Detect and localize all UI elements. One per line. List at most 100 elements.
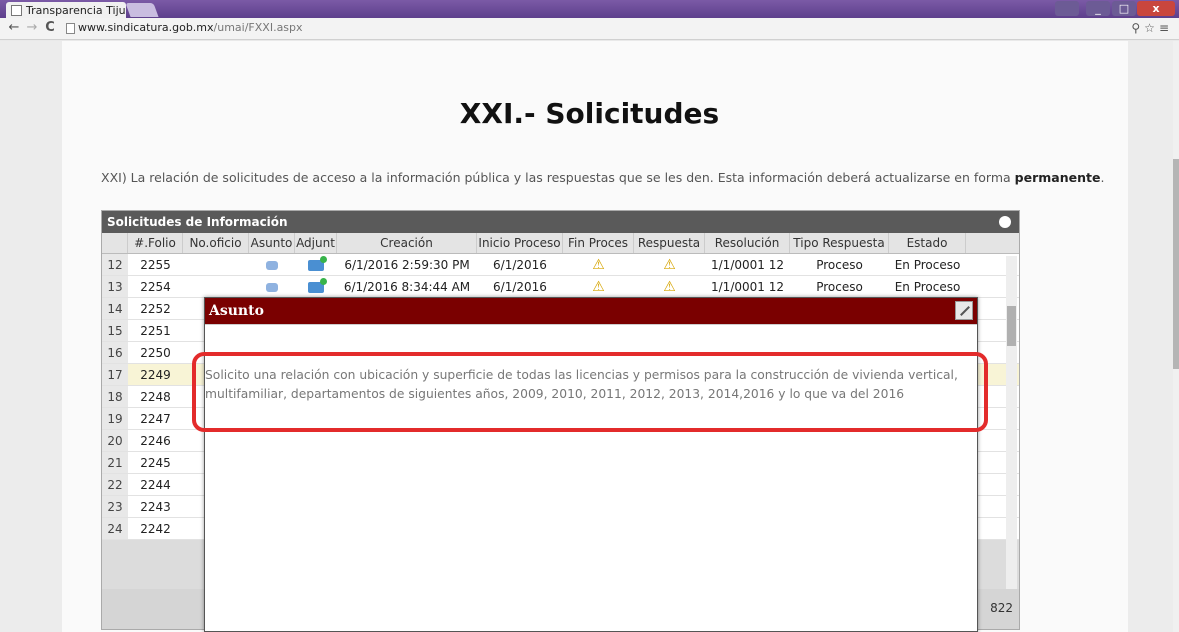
column-header[interactable]: Asunto	[249, 233, 295, 253]
cell-folio: 2243	[140, 500, 171, 514]
page-title: XXI.- Solicitudes	[459, 97, 720, 130]
column-header[interactable]: Inicio Proceso	[477, 233, 563, 253]
intro-end: .	[1100, 170, 1105, 185]
message-icon[interactable]	[266, 261, 278, 270]
forward-button[interactable]: →	[24, 20, 40, 36]
close-window-button[interactable]: x	[1137, 1, 1175, 16]
modal-close-icon[interactable]	[955, 301, 973, 320]
cell-inicio: 6/1/2016	[493, 258, 547, 272]
cell-n: 17	[102, 364, 128, 385]
adjunto-cell	[295, 254, 337, 275]
url-field[interactable]: www.sindicatura.gob.mx/umai/FXXI.aspx	[78, 21, 303, 34]
cell-n: 16	[102, 342, 128, 363]
asunto-cell	[249, 276, 295, 297]
warning-icon: ⚠	[592, 279, 605, 295]
table-row[interactable]: 12 2255 6/1/2016 2:59:30 PM 6/1/2016 ⚠ ⚠ 1/1/0…	[102, 254, 1019, 276]
page-icon	[66, 23, 75, 34]
page-scrollbar[interactable]	[1173, 41, 1179, 632]
cell-folio: 2248	[140, 390, 171, 404]
column-header[interactable]: Creación	[337, 233, 477, 253]
modal-title: Asunto	[209, 303, 264, 319]
cell-tipo: Proceso	[816, 280, 863, 294]
attachment-icon[interactable]	[308, 278, 327, 293]
collapse-icon[interactable]	[999, 216, 1011, 228]
cell-creacion: 6/1/2016 2:59:30 PM	[344, 258, 470, 272]
url-path: /umai/FXXI.aspx	[213, 21, 303, 34]
column-header[interactable]: #.Folio	[128, 233, 183, 253]
cell-n: 14	[102, 298, 128, 319]
cell-estado: En Proceso	[894, 258, 961, 272]
cell-creacion: 6/1/2016 8:34:44 AM	[343, 280, 471, 294]
grid-scrollbar[interactable]	[1006, 256, 1017, 596]
cell-oficio	[183, 276, 249, 297]
column-header[interactable]: Adjunt	[295, 233, 337, 253]
cell-n: 19	[102, 408, 128, 429]
status-cell: ⚠	[634, 276, 705, 297]
browser-menu-icons[interactable]: ⚲☆≡	[1131, 21, 1173, 35]
cell-n: 20	[102, 430, 128, 451]
warning-icon: ⚠	[663, 257, 676, 273]
cell-resolucion: 1/1/0001 12	[711, 280, 784, 294]
column-header[interactable]: Respuesta	[634, 233, 705, 253]
asunto-modal: Asunto Solicito una relación con ubicaci…	[204, 297, 978, 632]
asunto-cell	[249, 254, 295, 275]
cell-n: 24	[102, 518, 128, 539]
grid-scrollbar-thumb[interactable]	[1007, 306, 1016, 346]
cell-folio: 2249	[140, 368, 171, 382]
column-header[interactable]: Resolución	[705, 233, 790, 253]
cell-folio: 2245	[140, 456, 171, 470]
window-titlebar: Transparencia Tijuan × _ □ x	[0, 0, 1179, 18]
cell-inicio: 6/1/2016	[493, 280, 547, 294]
user-profile-icon[interactable]	[1055, 1, 1079, 16]
back-button[interactable]: ←	[6, 20, 22, 36]
page-favicon-icon	[11, 4, 22, 16]
intro-bold: permanente	[1014, 170, 1101, 185]
warning-icon: ⚠	[592, 257, 605, 273]
warning-icon: ⚠	[663, 279, 676, 295]
message-icon[interactable]	[266, 283, 278, 292]
cell-estado: En Proceso	[894, 280, 961, 294]
maximize-button[interactable]: □	[1112, 1, 1136, 16]
grid-title: Solicitudes de Información	[107, 215, 288, 229]
reload-button[interactable]: C	[42, 20, 58, 36]
column-header[interactable]	[102, 233, 128, 253]
new-tab-button[interactable]	[125, 3, 159, 17]
cell-resolucion: 1/1/0001 12	[711, 258, 784, 272]
cell-folio: 2247	[140, 412, 171, 426]
address-bar: ← → C www.sindicatura.gob.mx/umai/FXXI.a…	[0, 18, 1179, 40]
cell-n: 15	[102, 320, 128, 341]
cell-oficio	[183, 254, 249, 275]
column-header[interactable]: No.oficio	[183, 233, 249, 253]
modal-header: Asunto	[205, 298, 977, 325]
page-scrollbar-thumb[interactable]	[1173, 159, 1179, 369]
cell-n: 22	[102, 474, 128, 495]
browser-tab[interactable]: Transparencia Tijuan ×	[6, 2, 126, 18]
grid-header: Solicitudes de Información	[102, 211, 1019, 233]
cell-n: 13	[102, 276, 128, 297]
cell-folio: 2252	[140, 302, 171, 316]
cell-folio: 2242	[140, 522, 171, 536]
status-cell: ⚠	[563, 254, 634, 275]
adjunto-cell	[295, 276, 337, 297]
cell-folio: 2250	[140, 346, 171, 360]
cell-folio: 2251	[140, 324, 171, 338]
column-header[interactable]: Estado	[889, 233, 966, 253]
intro-text: XXI) La relación de solicitudes de acces…	[101, 170, 1015, 185]
cell-n: 21	[102, 452, 128, 473]
status-cell: ⚠	[634, 254, 705, 275]
column-header[interactable]: Tipo Respuesta	[790, 233, 889, 253]
grid-column-headers: #.Folio No.oficio Asunto Adjunt Creación Inic…	[102, 233, 1019, 254]
record-count: 822	[990, 601, 1013, 615]
cell-folio: 2246	[140, 434, 171, 448]
minimize-button[interactable]: _	[1086, 1, 1110, 16]
red-highlight-box	[192, 352, 988, 432]
column-header[interactable]: Fin Proces	[563, 233, 634, 253]
cell-n: 18	[102, 386, 128, 407]
cell-folio: 2244	[140, 478, 171, 492]
status-cell: ⚠	[563, 276, 634, 297]
cell-folio: 2255	[140, 258, 171, 272]
cell-n: 12	[102, 254, 128, 275]
table-row[interactable]: 13 2254 6/1/2016 8:34:44 AM 6/1/2016 ⚠ ⚠ 1/1/0…	[102, 276, 1019, 298]
tab-title: Transparencia Tijuan	[26, 3, 126, 17]
attachment-icon[interactable]	[308, 256, 327, 271]
